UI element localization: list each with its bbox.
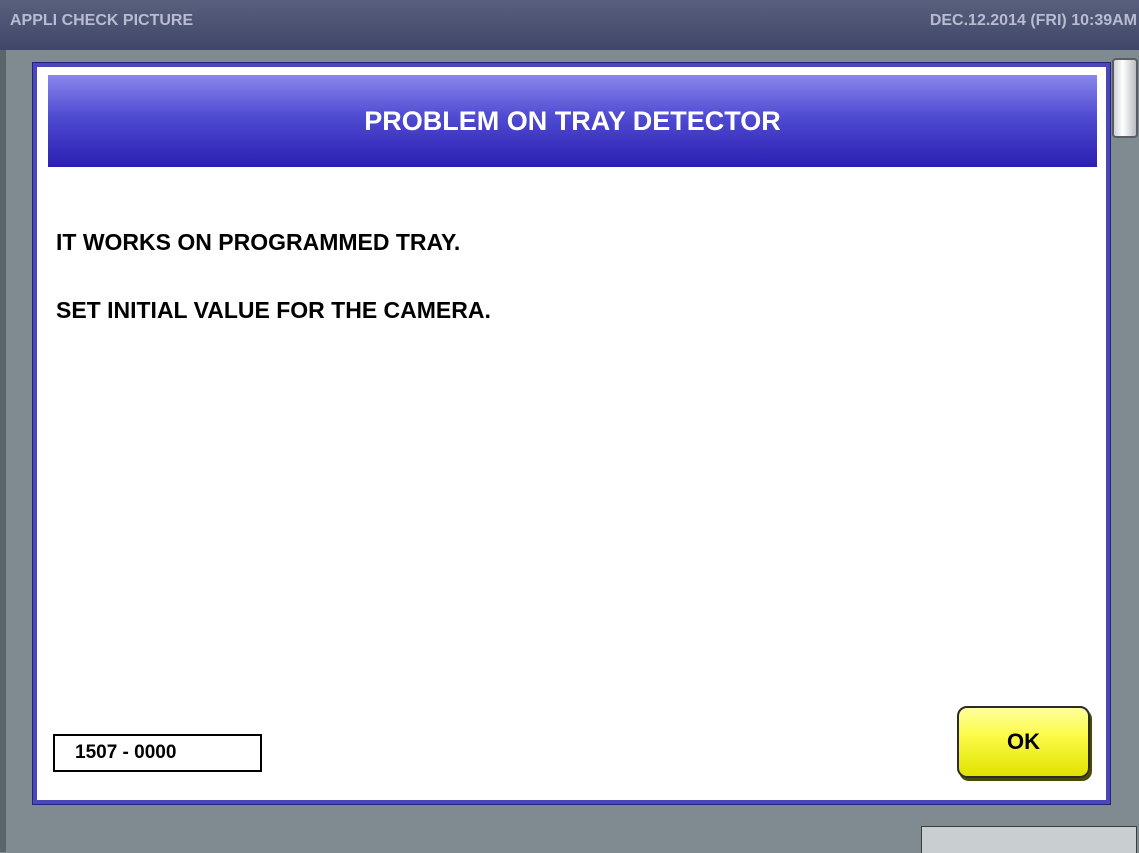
error-dialog: PROBLEM ON TRAY DETECTOR IT WORKS ON PRO… [33, 63, 1110, 804]
error-code-box: 1507 - 0000 [53, 734, 262, 772]
app-titlebar: APPLI CHECK PICTURE DEC.12.2014 (FRI) 10… [0, 0, 1139, 50]
datetime-display: DEC.12.2014 (FRI) 10:39AM [929, 12, 1137, 29]
screen-edge [0, 50, 6, 852]
dialog-title: PROBLEM ON TRAY DETECTOR [364, 105, 781, 136]
app-title: APPLI CHECK PICTURE [10, 12, 194, 29]
message-line-1: IT WORKS ON PROGRAMMED TRAY. [56, 229, 461, 255]
message-line-2: SET INITIAL VALUE FOR THE CAMERA. [56, 297, 491, 323]
dialog-header: PROBLEM ON TRAY DETECTOR [48, 75, 1097, 167]
background-scrollbar-thumb[interactable] [1112, 58, 1138, 138]
background-bottom-button[interactable] [921, 826, 1137, 853]
ok-button[interactable]: OK [957, 706, 1090, 778]
